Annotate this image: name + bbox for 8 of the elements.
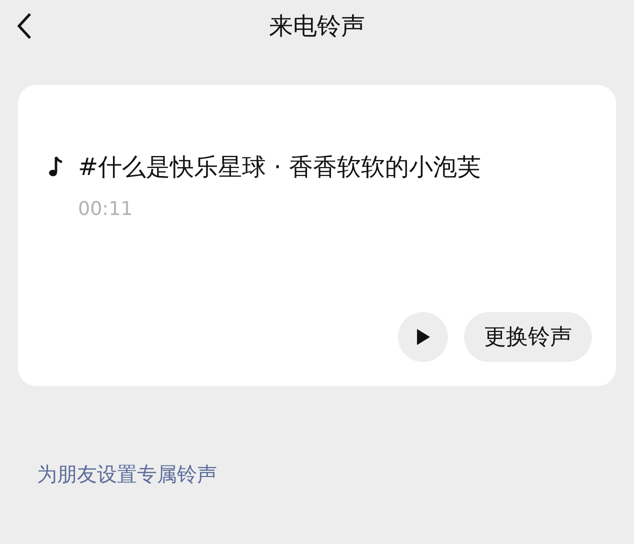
music-note-icon: [48, 156, 64, 178]
play-button[interactable]: [398, 312, 448, 362]
page-title: 来电铃声: [269, 12, 365, 40]
friend-ringtone-link[interactable]: 为朋友设置专属铃声: [37, 459, 217, 489]
change-ringtone-button[interactable]: 更换铃声: [464, 312, 592, 362]
play-icon: [415, 328, 431, 346]
ringtone-duration: 00:11: [78, 197, 134, 222]
ringtone-name: #什么是快乐星球 · 香香软软的小泡芙: [78, 152, 481, 183]
